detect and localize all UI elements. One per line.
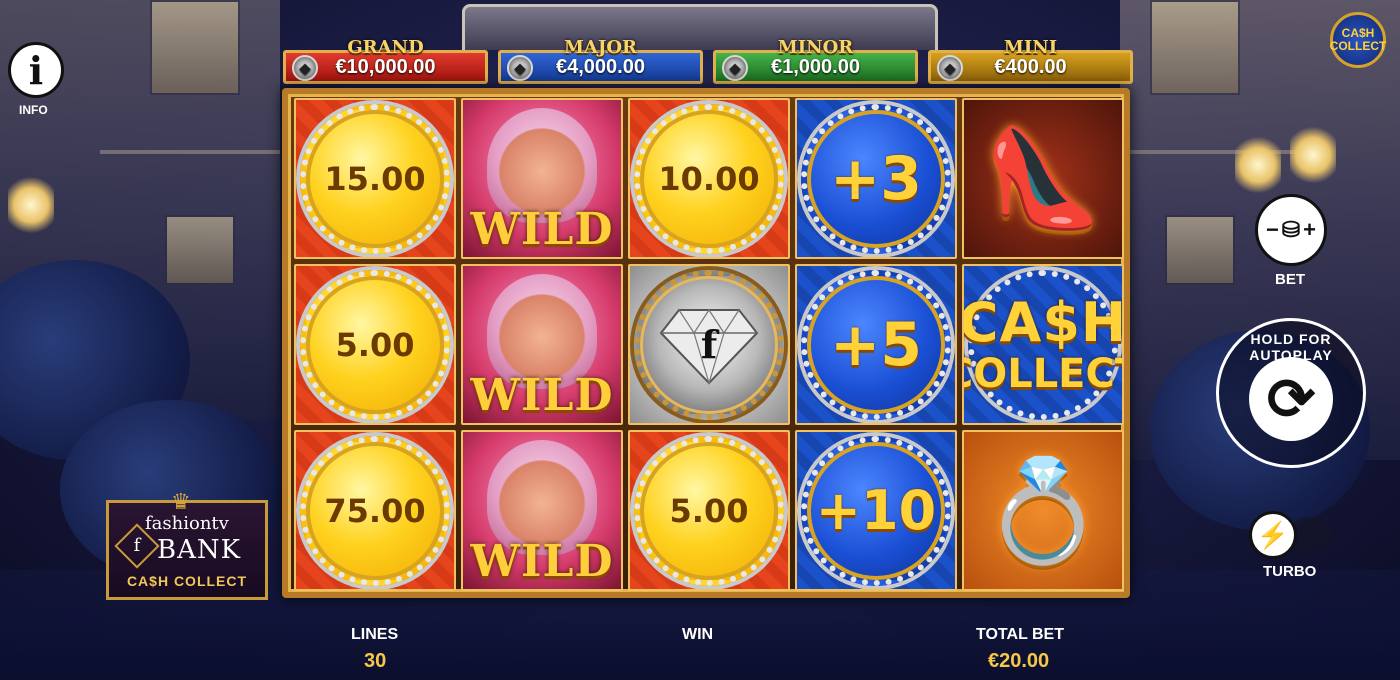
jackpot-major-title: MAJOR [563, 37, 638, 58]
background-lamp [1290, 125, 1336, 185]
spin-autoplay-button[interactable]: HOLD FOR AUTOPLAY ⟳ [1216, 318, 1366, 468]
background-window [150, 0, 240, 95]
info-label: INFO [19, 103, 48, 117]
diamond-icon: f [659, 305, 759, 385]
reel-cell-wild: WILD [461, 264, 623, 425]
jackpot-major: MAJOR ◆ €4,000.00 [498, 37, 703, 84]
reel-cell: 75.00 [294, 430, 456, 591]
diamond-mark: f [700, 322, 718, 367]
lightning-icon: ⚡ [1256, 519, 1290, 550]
diamond-icon: ◆ [292, 55, 318, 81]
background-window [1165, 215, 1235, 285]
info-button[interactable]: i [8, 42, 64, 98]
jackpot-minor-amount: €1,000.00 [771, 55, 860, 78]
cash-coin: 15.00 [300, 103, 450, 254]
logo-line1: fashiontv [145, 513, 229, 534]
jackpot-minor-title: MINOR [777, 37, 854, 58]
reel-cell-cash-collect: CA$H COLLECT [962, 264, 1124, 425]
turbo-label: TURBO [1263, 563, 1317, 580]
background-lamp [8, 175, 54, 235]
cash-coin: 5.00 [300, 269, 450, 420]
info-icon: i [28, 47, 44, 93]
cash-coin: 5.00 [634, 435, 784, 586]
reel-cell: +3 [795, 98, 957, 259]
multiplier-coin: +3 [801, 103, 951, 254]
total-bet-label: TOTAL BET [976, 626, 1064, 643]
reel-cell-wild: WILD [461, 98, 623, 259]
coins-stack-icon: ⛁ [1281, 217, 1301, 242]
game-logo: ♛ fashiontv f BANK CA$H COLLECT [106, 489, 268, 600]
logo-mark-letter: f [133, 535, 141, 556]
multiplier-coin: +10 [801, 435, 951, 586]
wild-label: WILD [470, 370, 614, 421]
diamond-ring-icon: 💍 [980, 454, 1106, 567]
reel-cell: +10 [795, 430, 957, 591]
reel-grid: 15.00 WILD 10.00 +3 👠 5.00 WILD f +5 CA$… [294, 98, 1124, 591]
reel-cell: 💍 [962, 430, 1124, 591]
cash-coin: 75.00 [300, 435, 450, 586]
reel-cell: +5 [795, 264, 957, 425]
cash-collect-line1: CA$H [962, 290, 1124, 354]
diamond-icon: ◆ [507, 55, 533, 81]
win-label: WIN [682, 626, 714, 643]
background-window [165, 215, 235, 285]
jackpot-grand-title: GRAND [347, 37, 424, 58]
minus-icon: − [1266, 217, 1279, 242]
jackpot-major-amount: €4,000.00 [556, 55, 645, 78]
diamond-coin: f [634, 269, 784, 420]
lines-label: LINES [351, 626, 399, 643]
jackpot-mini-title: MINI [1003, 37, 1058, 58]
reel-cell: f [628, 264, 790, 425]
total-bet-value: €20.00 [988, 650, 1050, 672]
plus-icon: + [1303, 217, 1316, 242]
jackpot-mini: MINI ◆ €400.00 [928, 37, 1133, 84]
reel-cell: 15.00 [294, 98, 456, 259]
cash-collect-line2: COLLECT [964, 350, 1122, 397]
jackpot-grand: GRAND ◆ €10,000.00 [283, 37, 488, 84]
high-heels-icon: 👠 [983, 124, 1103, 232]
jackpot-mini-amount: €400.00 [994, 55, 1067, 78]
reel-cell-wild: WILD [461, 430, 623, 591]
cash-collect-badge: CA$H COLLECT [1330, 12, 1386, 68]
background-window [1150, 0, 1240, 95]
cash-coin: 10.00 [634, 103, 784, 254]
lines-value: 30 [364, 650, 387, 672]
wild-label: WILD [470, 536, 614, 587]
crown-icon: ♛ [171, 489, 191, 514]
badge-line2: COLLECT [1329, 39, 1387, 53]
background-lamp [1235, 135, 1281, 195]
background-balcony-rail [100, 150, 280, 154]
reel-cell: 5.00 [294, 264, 456, 425]
multiplier-coin: +5 [801, 269, 951, 420]
logo-line2: BANK [157, 535, 242, 565]
jackpot-grand-amount: €10,000.00 [335, 55, 436, 78]
jackpot-minor: MINOR ◆ €1,000.00 [713, 37, 918, 84]
logo-line3: CA$H COLLECT [126, 573, 248, 589]
spin-arrows-icon: ⟳ [1249, 357, 1333, 441]
wild-label: WILD [470, 204, 614, 255]
reel-cell: 👠 [962, 98, 1124, 259]
bet-button[interactable]: − ⛁ + [1255, 194, 1327, 266]
turbo-button[interactable]: ⚡ [1249, 511, 1297, 559]
bet-label: BET [1275, 271, 1305, 288]
reel-cell: 10.00 [628, 98, 790, 259]
reel-cell: 5.00 [628, 430, 790, 591]
diamond-icon: ◆ [722, 55, 748, 81]
diamond-icon: ◆ [937, 55, 963, 81]
cash-collect-symbol: CA$H COLLECT [962, 290, 1124, 397]
